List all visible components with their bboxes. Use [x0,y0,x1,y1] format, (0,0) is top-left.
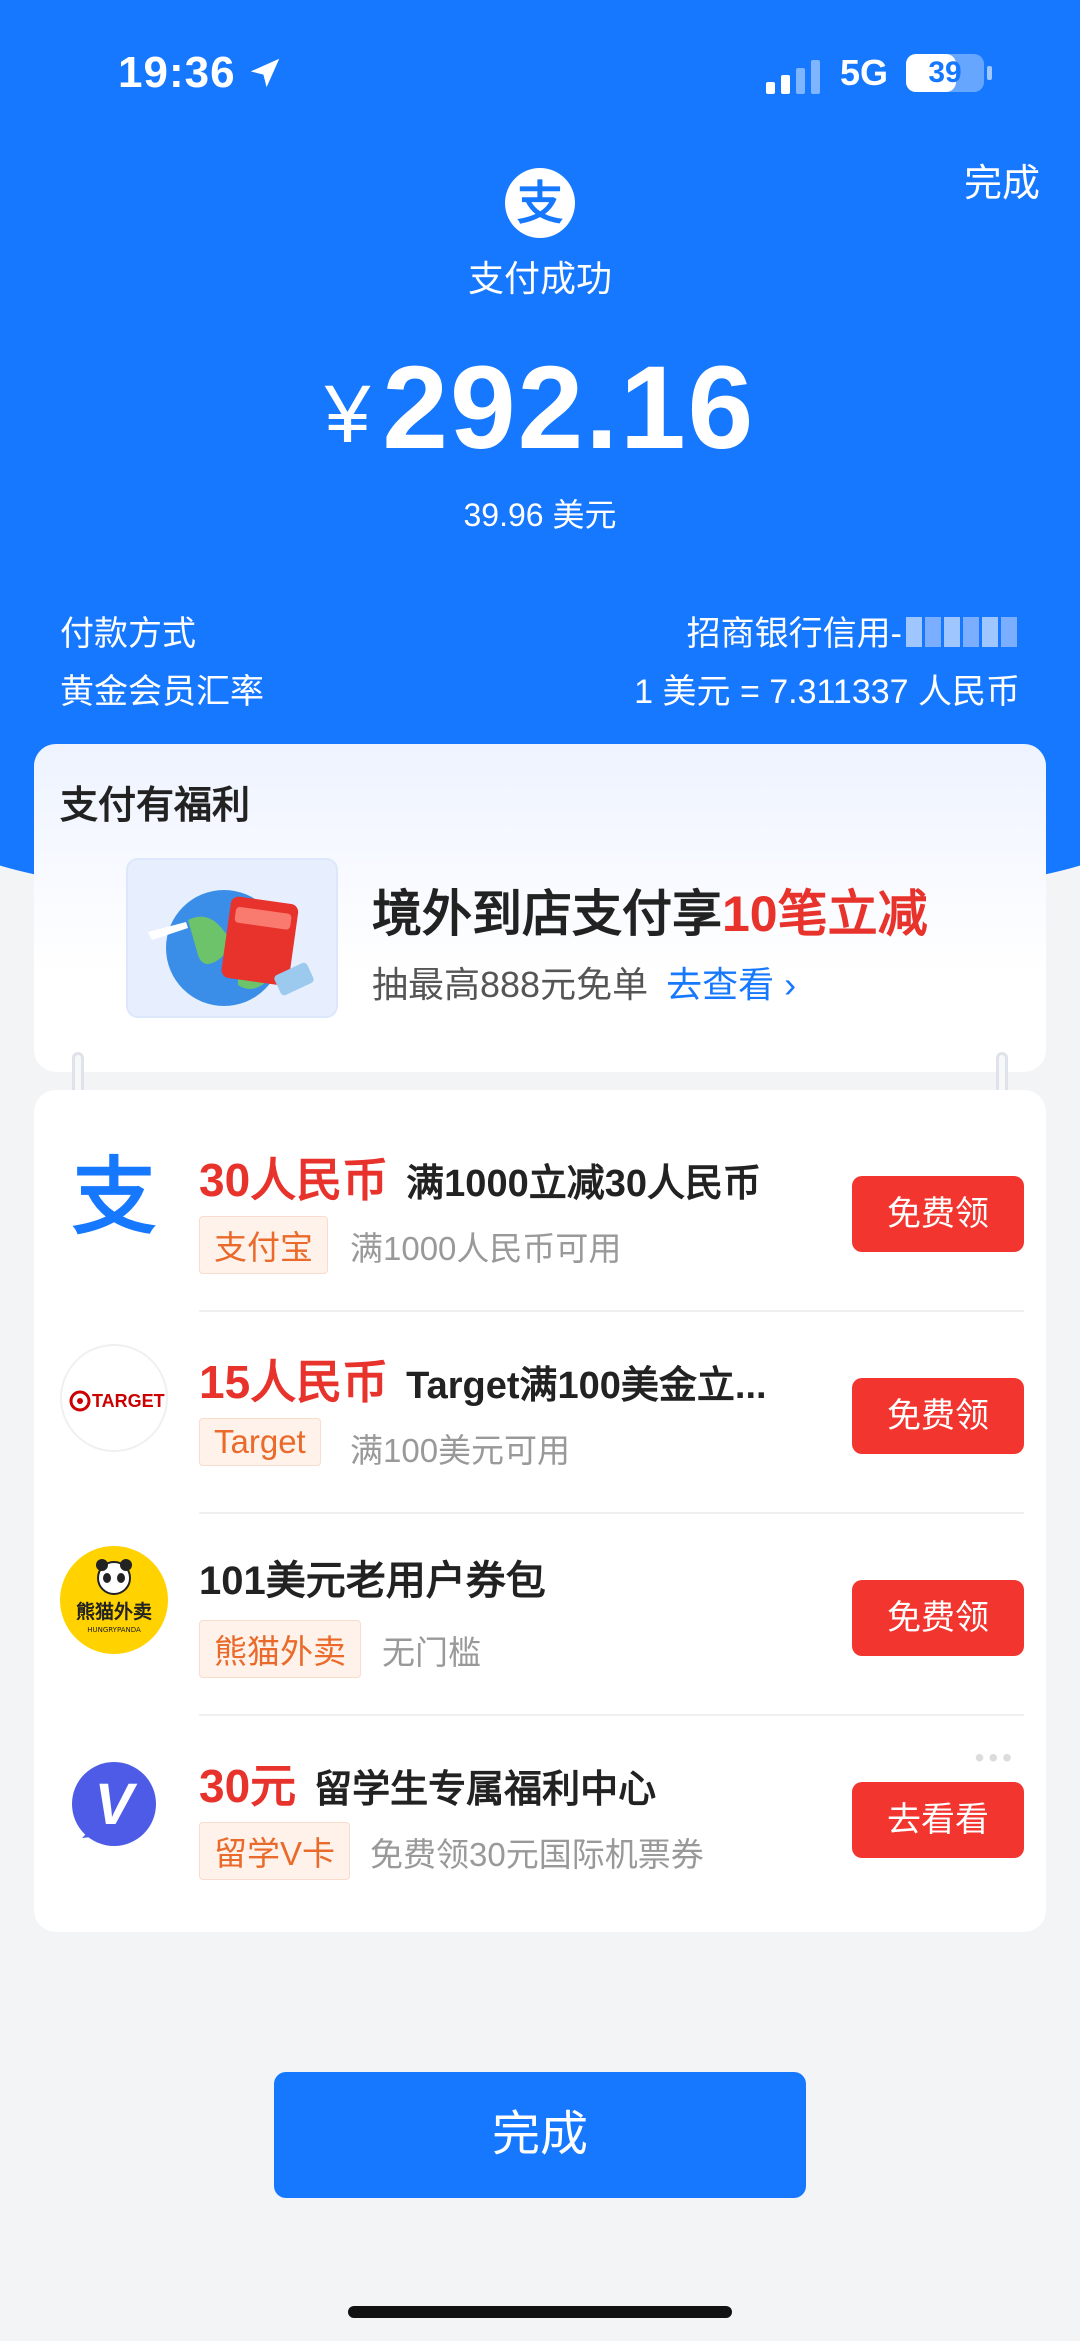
coupon-title: 15人民币 Target满100美金立... [199,1346,767,1412]
coupon-item[interactable]: V 30元 留学生专属福利中心 留学V卡 免费领30元国际机票券 去看看 [34,1696,1046,1896]
coupon-desc: 101美元老用户券包 [199,1559,546,1603]
coupon-item[interactable]: 熊猫外卖 HUNGRYPANDA 101美元老用户券包 熊猫外卖 无门槛 免费领 [34,1494,1046,1694]
coupon-desc: Target满100美金立... [406,1365,767,1407]
currency-symbol: ¥ [324,369,373,460]
coupon-tag: 熊猫外卖 [199,1620,361,1678]
payment-method-value: 招商银行信用- [686,615,902,653]
benefits-title: 支付有福利 [60,785,251,827]
signal-icon [766,60,820,94]
location-arrow-icon [250,58,280,88]
coupon-item[interactable]: 支 30人民币 满1000立减30人民币 支付宝 满1000人民币可用 免费领 [34,1090,1046,1290]
coupon-amount: 30元 [199,1760,297,1812]
alipay-logo-icon: 支 [505,168,575,238]
coupon-title: 101美元老用户券包 [199,1548,546,1606]
coupon-note: 满1000人民币可用 [350,1230,622,1267]
done-button[interactable]: 完成 [274,2072,806,2198]
promo-title: 境外到店支付享10笔立减 [372,874,928,946]
promo-globe-image [126,858,338,1018]
coupon-tag: 支付宝 [199,1216,328,1274]
coupon-title: 30元 留学生专属福利中心 [199,1750,656,1816]
alipay-icon: 支 [60,1142,168,1250]
status-bar: 19:36 5G 39 [0,40,1080,110]
coupon-tag: Target [199,1418,321,1466]
amount-value: 292.16 [382,342,756,474]
status-time: 19:36 [118,48,236,97]
svg-text:熊猫外卖: 熊猫外卖 [76,1600,152,1623]
coupon-title: 30人民币 满1000立减30人民币 [199,1144,761,1210]
coupon-item[interactable]: TARGET 15人民币 Target满100美金立... Target 满100… [34,1292,1046,1492]
exchange-rate-label: 黄金会员汇率 [60,673,264,711]
coupon-desc: 满1000立减30人民币 [406,1163,761,1205]
promo-subtitle: 抽最高888元免单 去查看 › [372,956,796,1008]
view-button[interactable]: 去看看 [852,1782,1024,1858]
svg-text:支: 支 [72,1148,156,1246]
coupon-note: 满100美元可用 [350,1432,571,1469]
claim-button[interactable]: 免费领 [852,1580,1024,1656]
payment-amount: ¥292.16 [0,340,1080,476]
top-done-button[interactable]: 完成 [964,152,1040,207]
more-dots-icon: ••• [974,1742,1016,1773]
payment-success-text: 支付成功 [467,258,612,299]
target-icon: TARGET [60,1344,168,1452]
coupon-desc: 留学生专属福利中心 [314,1769,657,1811]
exchange-rate-value: 1 美元 = 7.311337 人民币 [634,673,1020,711]
network-type: 5G [840,52,889,93]
battery-level: 39 [928,56,962,89]
promo-title-main: 境外到店支付享 [372,886,722,942]
payment-method-label: 付款方式 [60,615,196,653]
claim-button[interactable]: 免费领 [852,1176,1024,1252]
promo-sub-text: 抽最高888元免单 [372,964,649,1005]
svg-text:TARGET: TARGET [92,1391,165,1411]
coupon-tag: 留学V卡 [199,1822,351,1880]
benefits-card[interactable]: 支付有福利 境外到店支付享10笔立减 抽最高888元免单 去查看 › [34,744,1046,1072]
coupon-amount: 15人民币 [199,1356,389,1408]
home-indicator[interactable] [348,2306,732,2318]
coupon-amount: 30人民币 [199,1154,389,1206]
masked-card-number [906,616,1020,656]
battery-icon: 39 [906,54,992,92]
promo-view-link[interactable]: 去查看 › [666,964,796,1005]
claim-button[interactable]: 免费领 [852,1378,1024,1454]
original-amount: 39.96 美元 [463,497,617,533]
svg-text:HUNGRYPANDA: HUNGRYPANDA [87,1626,141,1634]
promo-title-highlight: 10笔立减 [722,886,928,942]
coupon-note: 免费领30元国际机票券 [370,1836,704,1873]
coupon-note: 无门槛 [382,1634,481,1671]
hungrypanda-icon: 熊猫外卖 HUNGRYPANDA [60,1546,168,1654]
v-card-icon: V [60,1748,168,1856]
svg-text:V: V [95,1772,138,1837]
coupon-list: 支 30人民币 满1000立减30人民币 支付宝 满1000人民币可用 免费领 T… [34,1090,1046,1932]
